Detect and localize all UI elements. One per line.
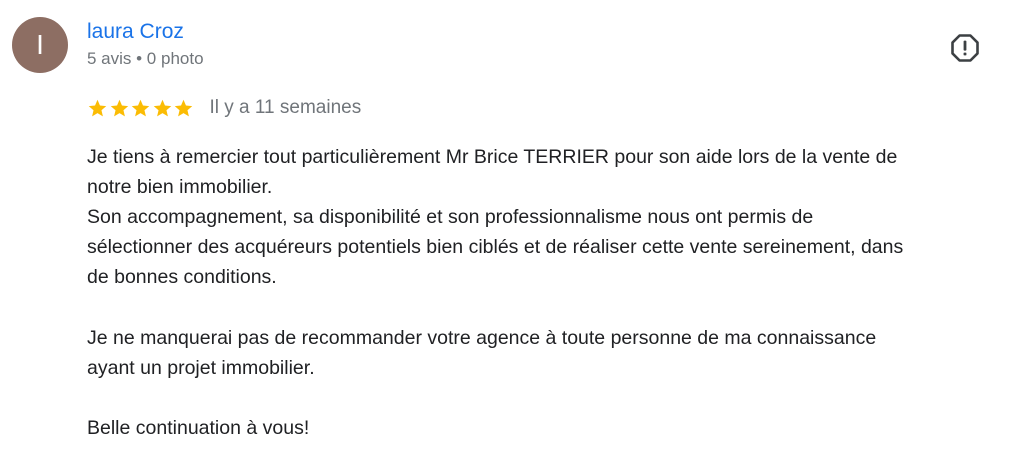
reviewer-meta: 5 avis • 0 photo (87, 49, 204, 68)
star-icon (110, 99, 128, 116)
star-rating (87, 98, 195, 119)
review-text-line: Son accompagnement, sa disponibilité et … (87, 206, 814, 229)
review-text-line: sélectionner des acquéreurs potentiels b… (87, 236, 904, 259)
star-icon (131, 99, 150, 116)
review-card: I laura Croz 5 avis • 0 photo Il y a 11 … (0, 0, 1022, 452)
review-text-line: Je ne manquerai pas de recommander votre… (87, 326, 877, 349)
avatar[interactable]: I (12, 17, 68, 73)
review-text-line: notre bien immobilier. (87, 176, 273, 199)
review-date: Il y a 11 semaines (209, 97, 362, 118)
review-text-line: ayant un projet immobilier. (87, 356, 315, 379)
review-text-line: Belle continuation à vous! (87, 416, 310, 439)
review-text-line: de bonnes conditions. (87, 266, 277, 289)
rating-row: Il y a 11 semaines (87, 96, 361, 120)
report-review-button[interactable] (948, 31, 982, 65)
star-icon (174, 99, 193, 116)
review-text-line: Je tiens à remercier tout particulièreme… (87, 146, 898, 168)
review-blank-line (87, 292, 1012, 322)
star-icon (153, 99, 171, 116)
review-text: Je tiens à remercier tout particulièreme… (87, 142, 1012, 443)
report-flag-icon (951, 34, 979, 62)
reviewer-name-link[interactable]: laura Croz (87, 20, 184, 44)
review-blank-line (87, 383, 1012, 413)
star-icon (88, 99, 107, 116)
